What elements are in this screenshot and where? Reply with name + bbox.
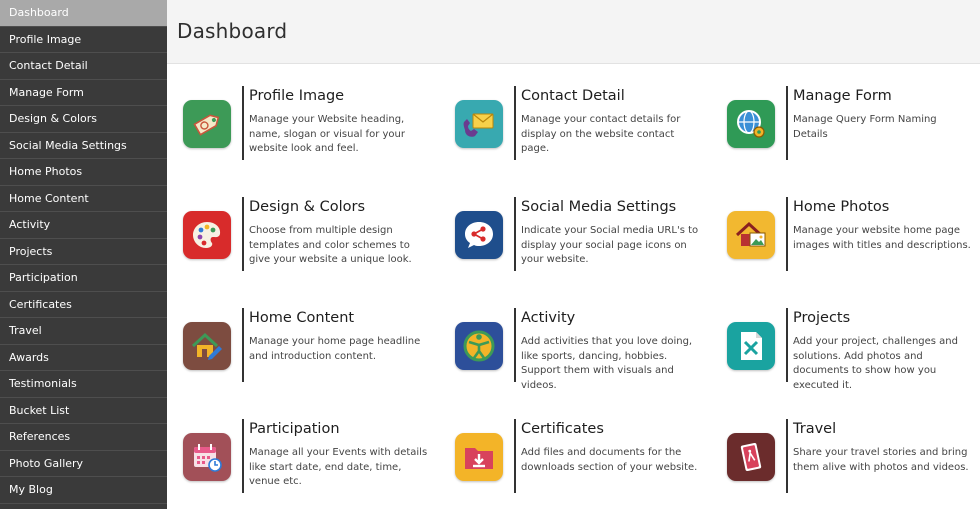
sidebar-item-travel[interactable]: Travel xyxy=(0,318,167,345)
card-manage-form[interactable]: Manage Form Manage Query Form Naming Det… xyxy=(711,64,971,160)
card-participation[interactable]: Participation Manage all your Events wit… xyxy=(167,397,428,493)
card-home-content[interactable]: Home Content Manage your home page headl… xyxy=(167,286,427,382)
dashboard-grid: Profile Image Manage your Website headin… xyxy=(167,64,980,509)
card-title[interactable]: Travel xyxy=(793,421,836,437)
page-header: Dashboard xyxy=(167,0,980,64)
sidebar-item-home-content[interactable]: Home Content xyxy=(0,186,167,212)
card-divider xyxy=(786,86,788,160)
card-divider xyxy=(242,308,244,382)
card-description: Share your travel stories and bring them… xyxy=(793,447,969,473)
card-contact-detail[interactable]: Contact Detail Manage your contact detai… xyxy=(439,64,699,160)
sidebar-item-photo-gallery[interactable]: Photo Gallery xyxy=(0,451,167,477)
card-divider xyxy=(786,419,788,493)
card-divider xyxy=(242,197,244,271)
card-title[interactable]: Social Media Settings xyxy=(521,199,676,215)
house-photo-icon xyxy=(727,211,775,259)
card-divider xyxy=(242,86,244,160)
card-activity[interactable]: Activity Add activities that you love do… xyxy=(439,286,699,391)
sidebar-item-projects[interactable]: Projects xyxy=(0,239,167,265)
card-divider xyxy=(514,197,516,271)
house-pencil-icon xyxy=(183,322,231,370)
card-divider xyxy=(242,419,244,493)
card-divider xyxy=(786,308,788,382)
card-title[interactable]: Profile Image xyxy=(249,88,344,104)
card-description: Manage all your Events with details like… xyxy=(249,447,428,487)
travel-card-icon xyxy=(727,433,775,481)
card-description: Choose from multiple design templates an… xyxy=(249,225,412,265)
sidebar-item-profile-image[interactable]: Profile Image xyxy=(0,27,167,53)
sidebar-item-dashboard[interactable]: Dashboard xyxy=(0,0,167,27)
card-travel[interactable]: Travel Share your travel stories and bri… xyxy=(711,397,971,493)
sidebar-item-bucket-list[interactable]: Bucket List xyxy=(0,398,167,424)
card-social-media-settings[interactable]: Social Media Settings Indicate your Soci… xyxy=(439,175,699,271)
card-divider xyxy=(786,197,788,271)
folder-download-icon xyxy=(455,433,503,481)
sidebar-item-contact-detail[interactable]: Contact Detail xyxy=(0,53,167,80)
card-description: Add your project, challenges and solutio… xyxy=(793,336,958,391)
sidebar-item-certificates[interactable]: Certificates xyxy=(0,292,167,318)
card-title[interactable]: Design & Colors xyxy=(249,199,365,215)
card-title[interactable]: Contact Detail xyxy=(521,88,625,104)
card-description: Add activities that you love doing, like… xyxy=(521,336,693,391)
card-home-photos[interactable]: Home Photos Manage your website home pag… xyxy=(711,175,971,271)
sidebar-item-participation[interactable]: Participation xyxy=(0,265,167,292)
card-description: Manage your Website heading, name, sloga… xyxy=(249,114,405,154)
card-certificates[interactable]: Certificates Add files and documents for… xyxy=(439,397,699,493)
card-description: Manage your home page headline and intro… xyxy=(249,336,421,362)
card-projects[interactable]: Projects Add your project, challenges an… xyxy=(711,286,971,391)
envelope-phone-icon xyxy=(455,100,503,148)
palette-icon xyxy=(183,211,231,259)
sidebar-item-activity[interactable]: Activity xyxy=(0,212,167,239)
sidebar: Dashboard Profile Image Contact Detail M… xyxy=(0,0,167,509)
card-title[interactable]: Home Content xyxy=(249,310,354,326)
document-x-icon xyxy=(727,322,775,370)
card-title[interactable]: Manage Form xyxy=(793,88,892,104)
card-title[interactable]: Activity xyxy=(521,310,575,326)
tag-icon xyxy=(183,100,231,148)
sidebar-item-manage-form[interactable]: Manage Form xyxy=(0,80,167,106)
card-divider xyxy=(514,308,516,382)
page-title: Dashboard xyxy=(177,19,288,43)
card-description: Indicate your Social media URL's to disp… xyxy=(521,225,699,265)
card-description: Manage your contact details for display … xyxy=(521,114,681,154)
card-title[interactable]: Certificates xyxy=(521,421,604,437)
sidebar-item-references[interactable]: References xyxy=(0,424,167,451)
share-icon xyxy=(455,211,503,259)
globe-gear-icon xyxy=(727,100,775,148)
sidebar-item-my-blog[interactable]: My Blog xyxy=(0,477,167,504)
card-divider xyxy=(514,86,516,160)
sidebar-item-home-photos[interactable]: Home Photos xyxy=(0,159,167,186)
card-title[interactable]: Projects xyxy=(793,310,850,326)
card-description: Manage your website home page images wit… xyxy=(793,225,971,251)
card-design-colors[interactable]: Design & Colors Choose from multiple des… xyxy=(167,175,427,271)
sidebar-item-design-colors[interactable]: Design & Colors xyxy=(0,106,167,133)
card-description: Manage Query Form Naming Details xyxy=(793,114,937,140)
card-profile-image[interactable]: Profile Image Manage your Website headin… xyxy=(167,64,427,160)
sidebar-item-awards[interactable]: Awards xyxy=(0,345,167,371)
card-divider xyxy=(514,419,516,493)
card-title[interactable]: Participation xyxy=(249,421,340,437)
card-title[interactable]: Home Photos xyxy=(793,199,889,215)
sidebar-item-social-media-settings[interactable]: Social Media Settings xyxy=(0,133,167,159)
sidebar-item-testimonials[interactable]: Testimonials xyxy=(0,371,167,398)
person-activity-icon xyxy=(455,322,503,370)
calendar-clock-icon xyxy=(183,433,231,481)
card-description: Add files and documents for the download… xyxy=(521,447,698,473)
